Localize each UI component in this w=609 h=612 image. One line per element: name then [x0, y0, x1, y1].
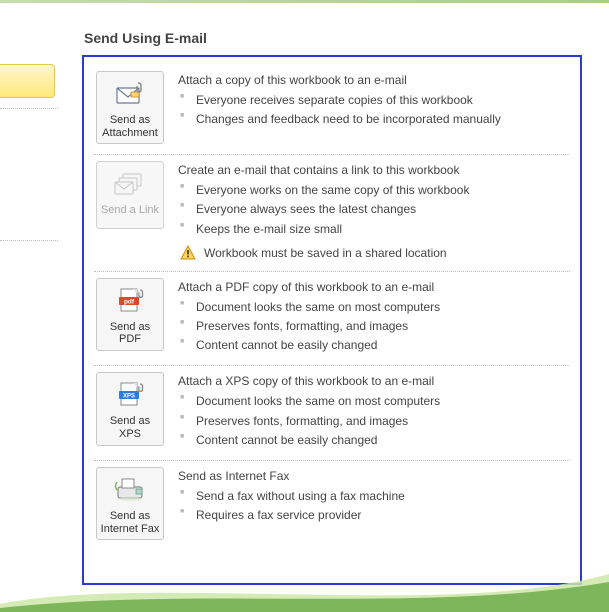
send-a-link-button: Send a Link — [96, 161, 164, 229]
left-divider — [0, 108, 58, 109]
option-warning: Workbook must be saved in a shared locat… — [178, 245, 568, 261]
send-as-internet-fax-button[interactable]: Send as Internet Fax — [96, 467, 164, 540]
option-bullet: Requires a fax service provider — [178, 506, 568, 525]
send-email-panel: Send as Attachment Attach a copy of this… — [82, 55, 582, 585]
option-bullet: Content cannot be easily changed — [178, 336, 568, 355]
button-label: Send as Attachment — [99, 114, 161, 139]
button-label: Send as Internet Fax — [99, 510, 161, 535]
option-title: Create an e-mail that contains a link to… — [178, 163, 568, 177]
left-divider — [0, 240, 58, 241]
button-label: Send as PDF — [99, 321, 161, 346]
send-as-attachment-button[interactable]: Send as Attachment — [96, 71, 164, 144]
button-label: Send as XPS — [99, 415, 161, 440]
active-category-tab[interactable] — [0, 64, 55, 98]
warning-text: Workbook must be saved in a shared locat… — [204, 246, 447, 260]
option-send-a-link: Send a Link Create an e-mail that contai… — [94, 155, 570, 272]
option-bullet: Everyone works on the same copy of this … — [178, 181, 568, 200]
option-title: Attach a copy of this workbook to an e-m… — [178, 73, 568, 87]
pdf-clip-icon: pdf — [115, 285, 145, 317]
option-bullet: Everyone receives separate copies of thi… — [178, 91, 568, 110]
envelope-clip-icon — [114, 78, 146, 110]
fax-icon — [114, 474, 146, 506]
window-top-accent — [0, 0, 609, 3]
option-send-as-internet-fax: Send as Internet Fax Send as Internet Fa… — [94, 461, 570, 550]
section-heading: Send Using E-mail — [84, 30, 207, 46]
option-bullet: Document looks the same on most computer… — [178, 298, 568, 317]
svg-text:XPS: XPS — [123, 394, 135, 400]
xps-clip-icon: XPS — [115, 379, 145, 411]
warning-icon — [180, 245, 196, 261]
option-bullet: Preserves fonts, formatting, and images — [178, 317, 568, 336]
option-bullet: Everyone always sees the latest changes — [178, 200, 568, 219]
svg-text:pdf: pdf — [124, 298, 135, 305]
option-bullet: Send a fax without using a fax machine — [178, 487, 568, 506]
send-as-pdf-button[interactable]: pdf Send as PDF — [96, 278, 164, 351]
option-bullet: Preserves fonts, formatting, and images — [178, 412, 568, 431]
option-title: Attach a PDF copy of this workbook to an… — [178, 280, 568, 294]
option-title: Send as Internet Fax — [178, 469, 568, 483]
option-send-as-pdf: pdf Send as PDF Attach a PDF copy of thi… — [94, 272, 570, 367]
option-bullet: Changes and feedback need to be incorpor… — [178, 110, 568, 129]
option-send-as-xps: XPS Send as XPS Attach a XPS copy of thi… — [94, 366, 570, 461]
option-title: Attach a XPS copy of this workbook to an… — [178, 374, 568, 388]
send-as-xps-button[interactable]: XPS Send as XPS — [96, 372, 164, 445]
button-label: Send a Link — [101, 204, 159, 217]
option-send-as-attachment: Send as Attachment Attach a copy of this… — [94, 65, 570, 155]
envelopes-stack-icon — [113, 168, 147, 200]
option-bullet: Document looks the same on most computer… — [178, 392, 568, 411]
option-bullet: Content cannot be easily changed — [178, 431, 568, 450]
option-bullet: Keeps the e-mail size small — [178, 220, 568, 239]
